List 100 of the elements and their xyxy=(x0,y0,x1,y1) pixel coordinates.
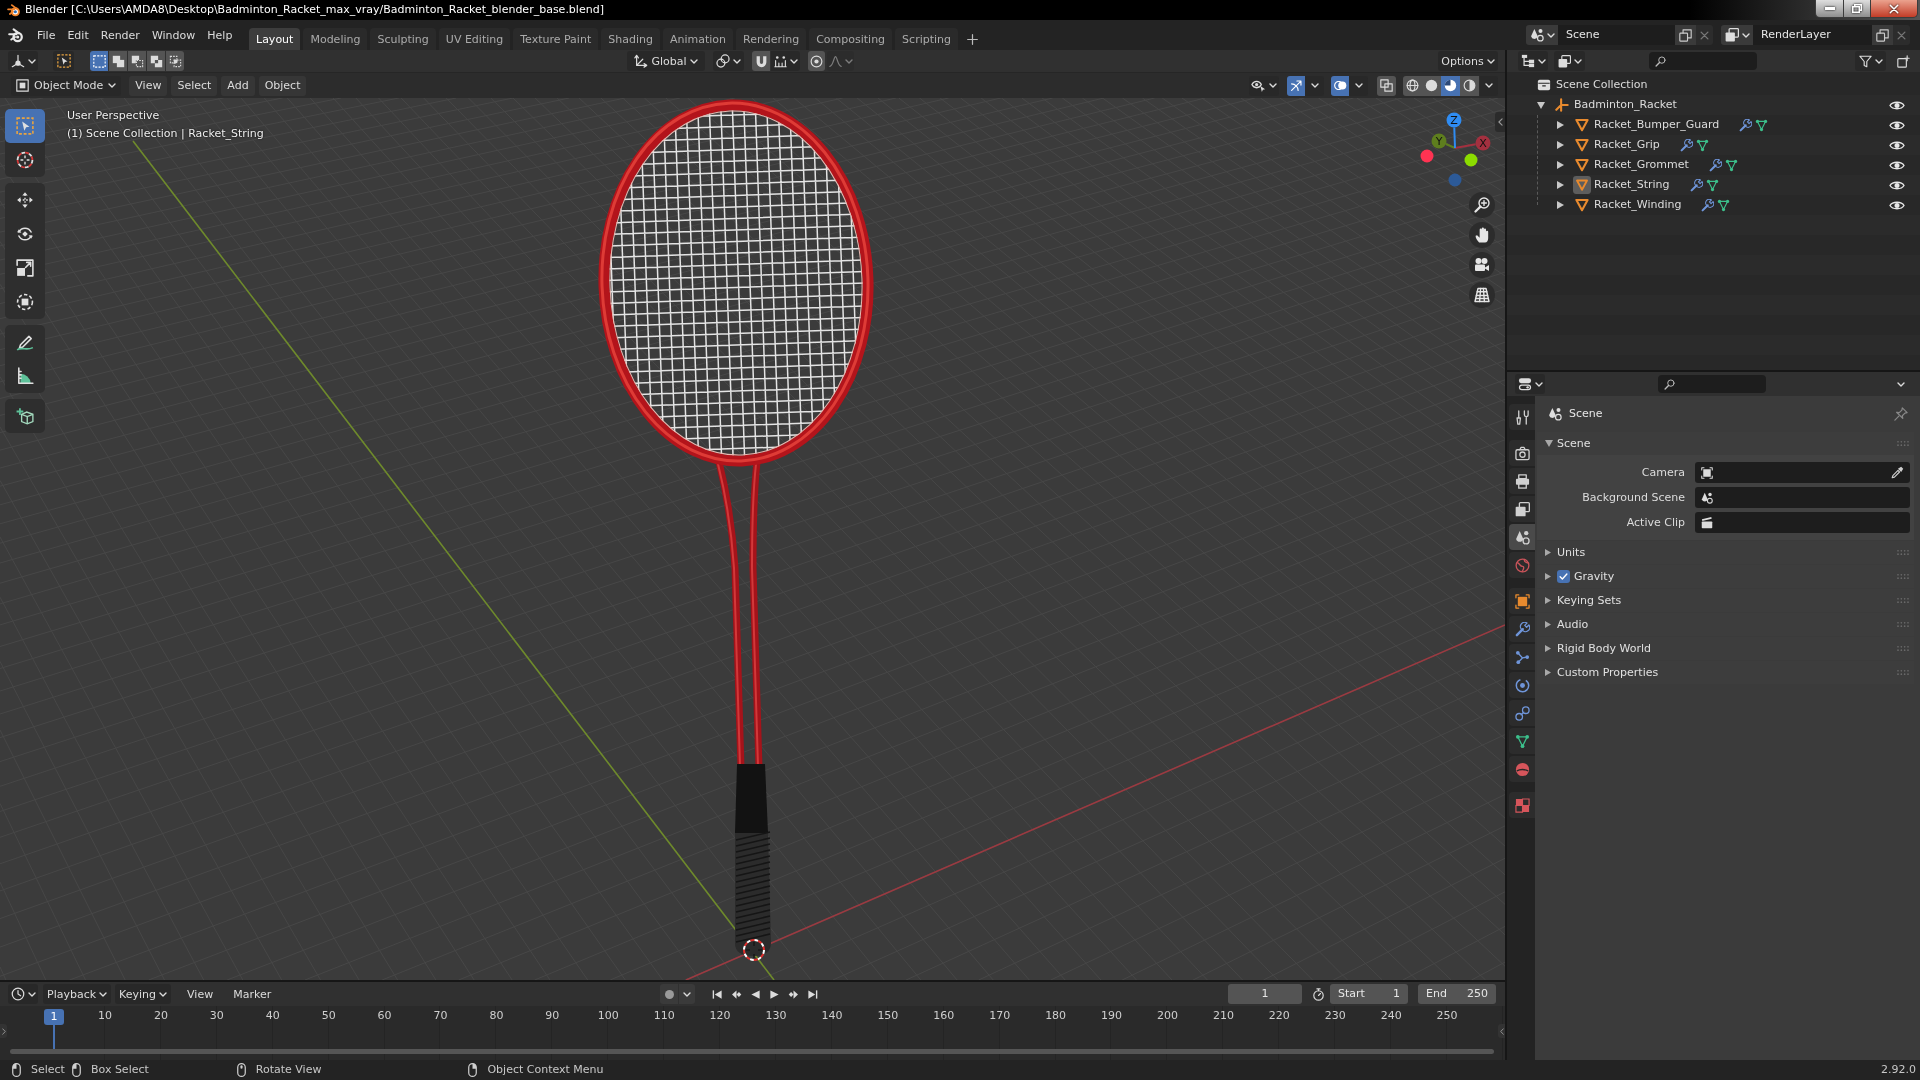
mesh-triangle-icon[interactable] xyxy=(1724,158,1738,172)
header-menu[interactable]: Add xyxy=(221,75,255,96)
header-menu[interactable]: Marker xyxy=(229,984,276,1004)
eye-icon[interactable] xyxy=(1889,200,1905,210)
tool-button[interactable] xyxy=(5,399,45,433)
duplicate-button[interactable] xyxy=(1872,25,1893,45)
filter-dropdown[interactable] xyxy=(1855,51,1886,71)
snap-toggle[interactable] xyxy=(752,51,770,71)
data-field[interactable] xyxy=(1695,462,1910,483)
eye-icon[interactable] xyxy=(1889,160,1905,170)
wrench-icon[interactable] xyxy=(1708,158,1722,172)
workspace-tab[interactable]: UV Editing xyxy=(438,28,511,50)
disclosure-triangle-icon[interactable] xyxy=(1557,141,1564,149)
search-field[interactable] xyxy=(1649,52,1757,70)
header-menu[interactable]: Object xyxy=(258,75,307,96)
overlays-toggle[interactable] xyxy=(1331,75,1349,96)
end-frame-field[interactable]: End 250 xyxy=(1418,984,1496,1004)
data-field[interactable] xyxy=(1695,512,1910,533)
view-layer-browse-button[interactable] xyxy=(1721,25,1753,45)
region-toggle-button[interactable] xyxy=(1498,1024,1505,1038)
pivot-dropdown[interactable] xyxy=(713,51,744,71)
maximize-button[interactable] xyxy=(1844,0,1871,18)
properties-tab[interactable] xyxy=(1509,728,1535,754)
view-layer-name-field[interactable]: RenderLayer xyxy=(1753,25,1872,45)
perspective-toggle-button[interactable] xyxy=(1469,282,1495,308)
outliner-item[interactable]: Scene Collection xyxy=(1556,78,1648,92)
display-mode-dropdown[interactable] xyxy=(1518,51,1548,71)
eye-icon[interactable] xyxy=(1889,100,1905,110)
scene-browse-button[interactable] xyxy=(1526,25,1558,45)
axis-dot-icon[interactable] xyxy=(1420,149,1434,163)
workspace-tab[interactable]: Compositing xyxy=(809,28,893,50)
select-mode-button[interactable] xyxy=(128,51,146,71)
shading-mode-button[interactable] xyxy=(1422,75,1441,96)
select-mode-button[interactable] xyxy=(90,51,108,71)
close-button[interactable] xyxy=(1871,0,1918,18)
select-tool-button[interactable] xyxy=(53,51,74,71)
outliner-item[interactable]: Racket_Grommet xyxy=(1594,158,1689,172)
editor-type-button[interactable] xyxy=(1515,374,1545,394)
proportional-editing-toggle[interactable] xyxy=(808,51,825,71)
properties-tab[interactable] xyxy=(1509,440,1535,466)
editor-type-button[interactable] xyxy=(8,984,38,1004)
menu-item[interactable]: Help xyxy=(201,24,239,46)
snap-target-dropdown[interactable] xyxy=(771,51,800,71)
eye-icon[interactable] xyxy=(1889,140,1905,150)
falloff-dropdown[interactable] xyxy=(827,51,854,71)
workspace-tab[interactable]: Sculpting xyxy=(370,28,436,50)
axis-dot-icon[interactable] xyxy=(1448,173,1462,187)
header-menu[interactable]: View xyxy=(183,984,218,1004)
orientation-dropdown[interactable]: Global xyxy=(627,51,705,71)
shading-mode-button[interactable] xyxy=(1460,75,1479,96)
eye-icon[interactable] xyxy=(1889,180,1905,190)
select-mode-button[interactable] xyxy=(109,51,127,71)
axis-handle[interactable]: Y xyxy=(1431,133,1447,149)
axis-handle[interactable]: Z xyxy=(1446,112,1462,128)
workspace-tab[interactable]: Modeling xyxy=(303,28,368,50)
popover-dropdown[interactable] xyxy=(679,984,695,1004)
wrench-icon[interactable] xyxy=(1739,118,1753,132)
popover-dropdown[interactable] xyxy=(1480,75,1498,96)
outliner-item[interactable]: Racket_String xyxy=(1594,178,1670,192)
popover-dropdown[interactable] xyxy=(1349,75,1368,96)
workspace-tab[interactable]: Texture Paint xyxy=(513,28,599,50)
menu-item[interactable]: Window xyxy=(145,24,202,46)
pan-button[interactable] xyxy=(1469,222,1495,248)
camera-view-button[interactable] xyxy=(1469,252,1495,278)
workspace-tab[interactable]: Rendering xyxy=(736,28,807,50)
selectability-dropdown[interactable] xyxy=(1249,75,1279,96)
wrench-icon[interactable] xyxy=(1679,138,1693,152)
view-layer-dropdown[interactable] xyxy=(1554,51,1585,71)
start-frame-field[interactable]: Start 1 xyxy=(1330,984,1408,1004)
header-menu[interactable]: View xyxy=(129,75,168,96)
current-frame-field[interactable]: 1 xyxy=(1228,984,1302,1004)
auto-keying-toggle[interactable] xyxy=(660,984,678,1004)
gizmo-toggle[interactable] xyxy=(1287,75,1305,96)
outliner-item[interactable]: Racket_Winding xyxy=(1594,198,1682,212)
xray-toggle[interactable] xyxy=(1377,75,1396,96)
eye-icon[interactable] xyxy=(1889,120,1905,130)
properties-tab[interactable] xyxy=(1509,588,1535,614)
outliner-item[interactable]: Racket_Grip xyxy=(1594,138,1660,152)
minimize-button[interactable] xyxy=(1815,0,1844,18)
header-menu[interactable]: Keying xyxy=(115,984,172,1004)
editor-type-button[interactable] xyxy=(8,51,38,71)
mesh-triangle-icon[interactable] xyxy=(1755,118,1769,132)
header-menu[interactable]: Select xyxy=(171,75,218,96)
select-mode-button[interactable] xyxy=(166,51,184,71)
scene-name-field[interactable]: Scene xyxy=(1558,25,1675,45)
properties-tab[interactable] xyxy=(1509,468,1535,494)
mesh-triangle-icon[interactable] xyxy=(1717,198,1731,212)
mode-dropdown[interactable]: Object Mode xyxy=(11,75,122,96)
disclosure-triangle-icon[interactable] xyxy=(1557,181,1564,189)
menu-item[interactable]: Edit xyxy=(61,24,95,46)
unlink-button[interactable] xyxy=(1893,25,1910,45)
duplicate-button[interactable] xyxy=(1675,25,1696,45)
popover-dropdown[interactable] xyxy=(1305,75,1324,96)
menu-item[interactable]: File xyxy=(31,24,62,46)
mesh-triangle-icon[interactable] xyxy=(1695,138,1709,152)
disclosure-triangle-icon[interactable] xyxy=(1557,121,1564,129)
horizontal-scrollbar[interactable] xyxy=(10,1049,1494,1054)
axis-dot-icon[interactable] xyxy=(1464,153,1478,167)
options-dropdown[interactable]: Options xyxy=(1438,51,1498,71)
data-field[interactable] xyxy=(1695,487,1910,508)
